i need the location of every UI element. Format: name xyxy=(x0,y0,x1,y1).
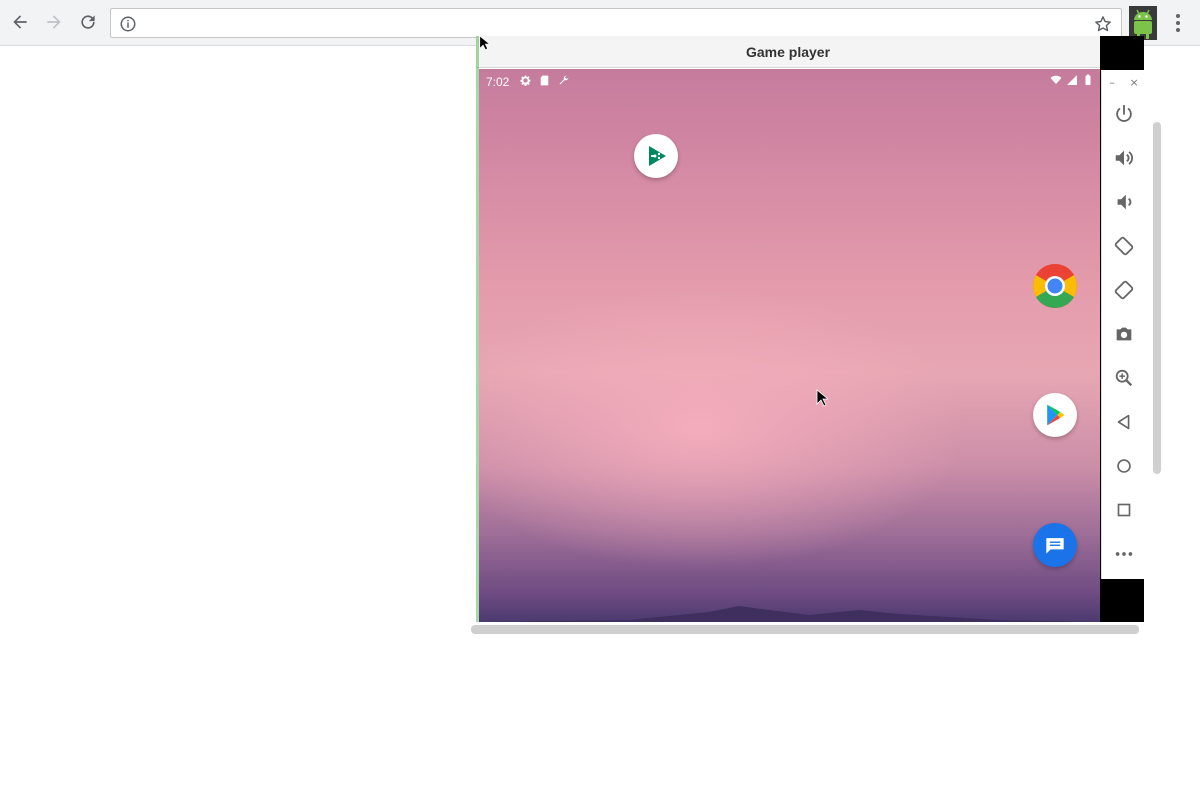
wifi-icon xyxy=(1050,75,1062,84)
address-bar[interactable] xyxy=(110,8,1122,38)
url-input[interactable] xyxy=(145,13,1085,35)
volume-up-button[interactable] xyxy=(1110,144,1138,172)
more-dots-icon xyxy=(1115,552,1133,556)
zoom-in-icon xyxy=(1115,369,1133,387)
back-triangle-icon xyxy=(1117,414,1130,430)
power-icon xyxy=(1116,104,1132,122)
player-titlebar[interactable]: Game player xyxy=(476,36,1100,68)
rotate-left-icon xyxy=(1114,236,1134,256)
mouse-cursor-icon xyxy=(816,389,828,407)
power-button[interactable] xyxy=(1110,100,1138,128)
reload-button[interactable] xyxy=(74,8,102,36)
rotate-right-button[interactable] xyxy=(1110,276,1138,304)
horizontal-scrollbar[interactable] xyxy=(471,625,1139,634)
app-play-games[interactable] xyxy=(634,134,678,178)
play-games-icon xyxy=(649,146,666,166)
more-button[interactable] xyxy=(1110,540,1138,568)
close-button[interactable]: × xyxy=(1129,76,1138,90)
chrome-icon xyxy=(1033,264,1077,308)
star-icon[interactable] xyxy=(1093,14,1113,34)
kebab-menu-icon[interactable] xyxy=(1166,10,1190,36)
app-messages[interactable] xyxy=(1033,523,1077,567)
back-arrow-icon xyxy=(13,15,27,29)
game-player-window: Game player 7:02 – × xyxy=(476,36,1160,636)
vertical-scrollbar[interactable] xyxy=(1153,122,1161,474)
sd-card-icon xyxy=(540,75,549,86)
android-back-button[interactable] xyxy=(1110,408,1138,436)
player-title: Game player xyxy=(745,43,831,60)
forward-arrow-icon xyxy=(47,15,61,29)
signal-icon xyxy=(1067,75,1077,85)
rotate-left-button[interactable] xyxy=(1110,232,1138,260)
emulator-toolbar: – × xyxy=(1101,70,1145,579)
forward-button[interactable] xyxy=(40,8,68,36)
android-status-bar: 7:02 xyxy=(479,69,1100,93)
wrench-icon xyxy=(559,75,569,85)
zoom-button[interactable] xyxy=(1110,364,1138,392)
mountain-silhouette xyxy=(479,606,1100,622)
camera-icon xyxy=(1116,327,1132,341)
back-button[interactable] xyxy=(6,8,34,36)
android-home-screen[interactable]: 7:02 xyxy=(479,69,1100,622)
info-icon[interactable] xyxy=(119,15,137,33)
volume-up-icon xyxy=(1115,150,1133,166)
overview-square-icon xyxy=(1117,503,1131,517)
android-home-button[interactable] xyxy=(1110,452,1138,480)
battery-icon xyxy=(1085,74,1091,85)
android-icon[interactable] xyxy=(1129,6,1157,40)
home-circle-icon xyxy=(1117,459,1131,473)
app-chrome[interactable] xyxy=(1033,264,1077,308)
app-play-store[interactable] xyxy=(1033,393,1077,437)
messages-icon xyxy=(1046,538,1064,554)
volume-down-icon xyxy=(1117,194,1132,210)
volume-down-button[interactable] xyxy=(1110,188,1138,216)
rotate-right-icon xyxy=(1114,280,1134,300)
status-time: 7:02 xyxy=(486,75,510,89)
screenshot-button[interactable] xyxy=(1110,320,1138,348)
android-overview-button[interactable] xyxy=(1110,496,1138,524)
mouse-cursor-small-icon xyxy=(480,36,489,50)
settings-icon xyxy=(520,75,531,86)
minimize-button[interactable]: – xyxy=(1109,76,1115,90)
play-store-icon xyxy=(1047,404,1065,426)
reload-icon xyxy=(81,15,95,29)
